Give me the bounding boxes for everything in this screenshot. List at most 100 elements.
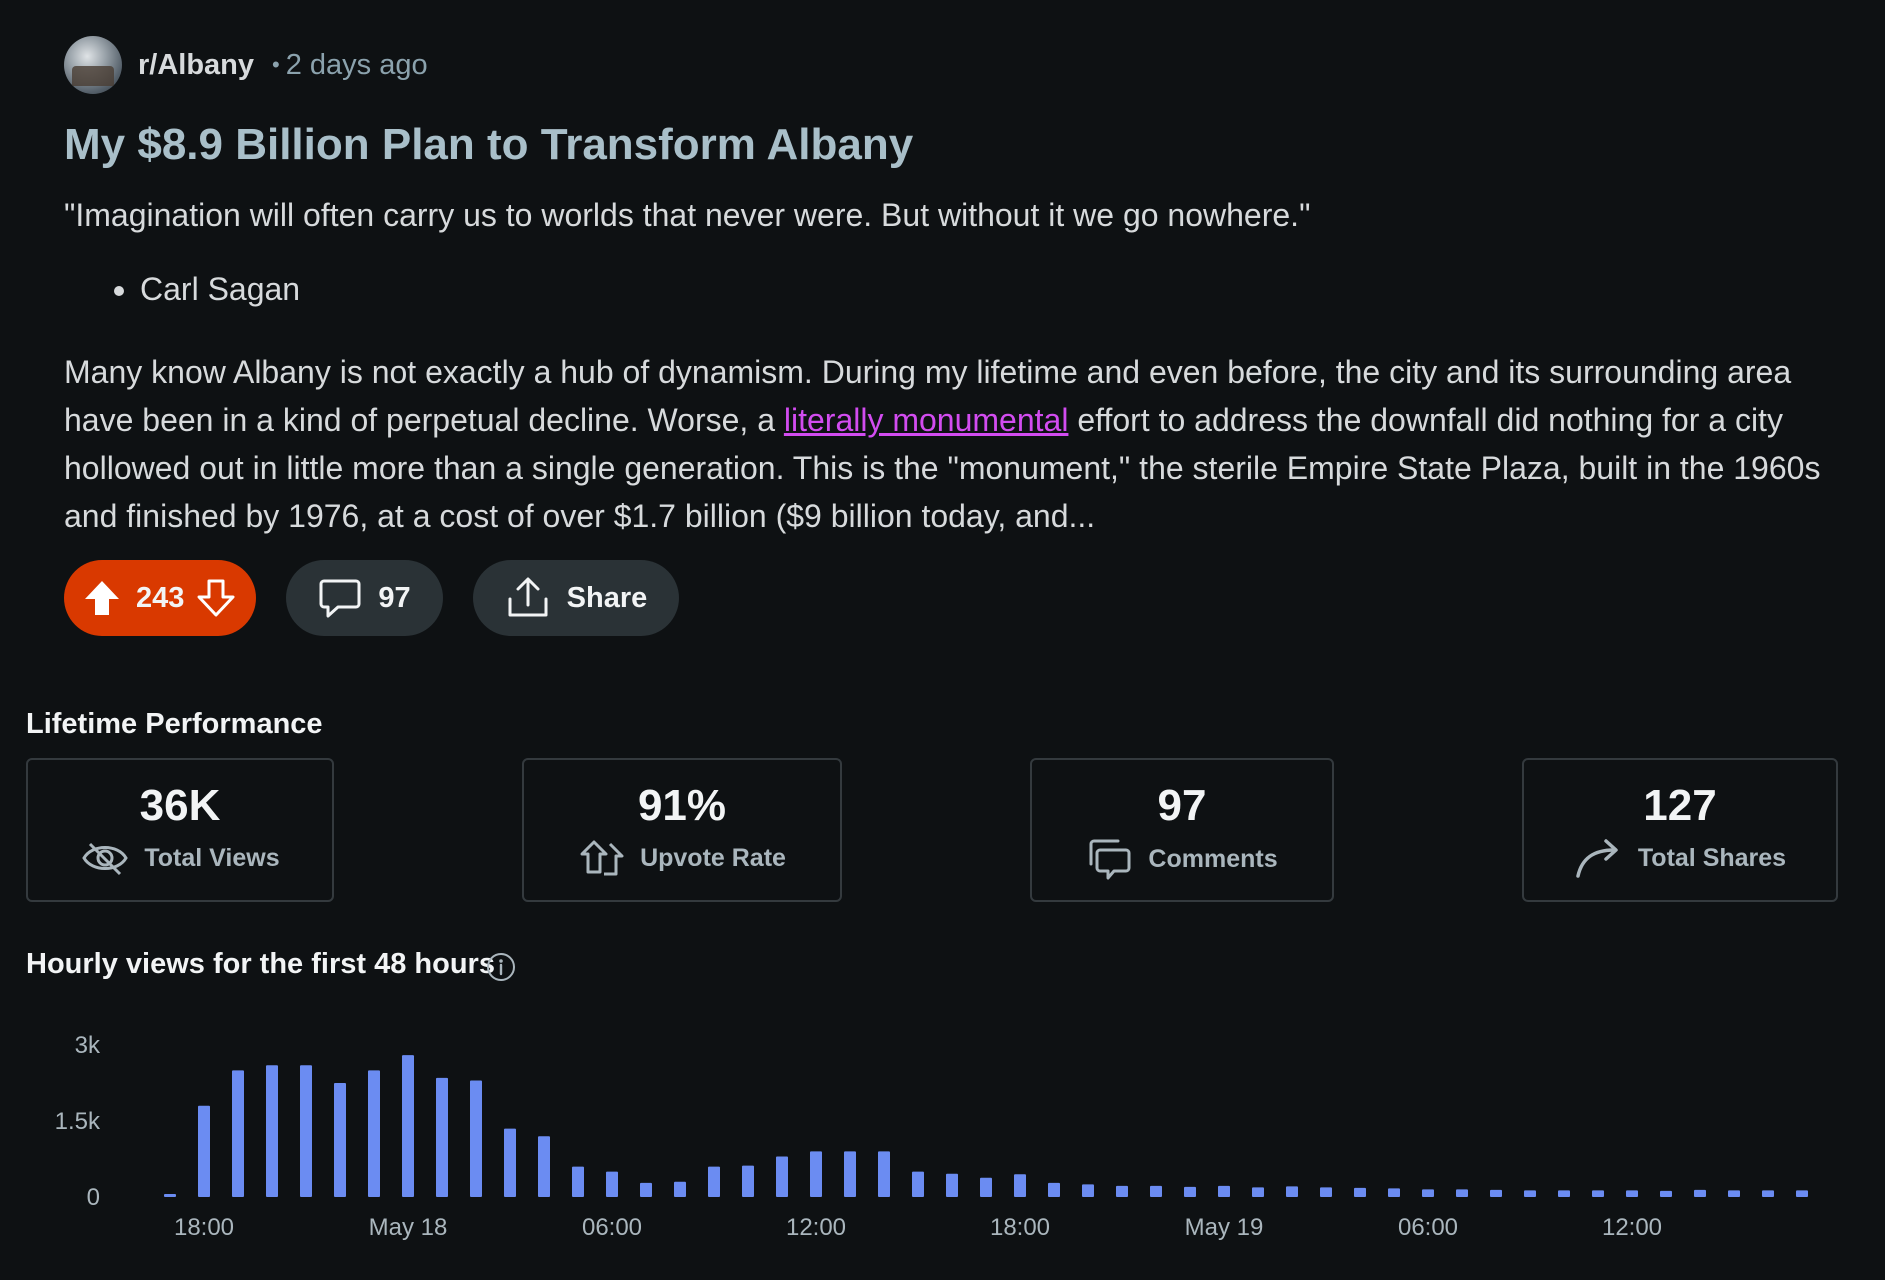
chart-bar bbox=[1524, 1190, 1536, 1197]
stat-label: Total Shares bbox=[1637, 843, 1787, 872]
chart-bar bbox=[1456, 1189, 1468, 1197]
chart-bar bbox=[1252, 1187, 1264, 1197]
chart-bar bbox=[1558, 1190, 1570, 1197]
chart-bar bbox=[1694, 1189, 1706, 1197]
x-tick-label: 12:00 bbox=[786, 1214, 846, 1241]
chart-bar bbox=[198, 1105, 210, 1197]
chart-bar bbox=[1116, 1185, 1128, 1197]
chart-bar bbox=[980, 1177, 992, 1197]
x-tick-label: 06:00 bbox=[1398, 1214, 1458, 1241]
chart-bar bbox=[232, 1070, 244, 1197]
post-body: Many know Albany is not exactly a hub of… bbox=[64, 348, 1824, 540]
chart-bar bbox=[1388, 1188, 1400, 1197]
comments-button[interactable]: 97 bbox=[286, 560, 443, 636]
y-tick-label: 1.5k bbox=[55, 1108, 101, 1135]
chart-bar bbox=[1286, 1186, 1298, 1197]
stat-value: 127 bbox=[1643, 781, 1717, 830]
chart-bar bbox=[1048, 1182, 1060, 1197]
comment-count: 97 bbox=[378, 581, 411, 614]
chart-bar bbox=[878, 1151, 890, 1197]
eye-icon bbox=[82, 842, 129, 876]
body-link[interactable]: literally monumental bbox=[784, 402, 1069, 438]
subreddit-link[interactable]: r/Albany bbox=[138, 49, 254, 82]
comment-bubble-icon bbox=[318, 576, 362, 620]
post-card[interactable]: r/Albany • 2 days ago My $8.9 Billion Pl… bbox=[64, 36, 1824, 636]
lifetime-performance-heading: Lifetime Performance bbox=[26, 708, 323, 740]
stat-card-comments: 97 Comments bbox=[1030, 758, 1334, 902]
chart-bar bbox=[1490, 1189, 1502, 1197]
quote-author: Carl Sagan bbox=[140, 266, 1824, 312]
y-tick-label: 3k bbox=[75, 1032, 101, 1059]
chart-bar bbox=[368, 1070, 380, 1197]
comments-icon bbox=[1089, 839, 1131, 880]
chart-bar bbox=[470, 1080, 482, 1197]
stat-label: Total Views bbox=[144, 843, 280, 872]
chart-bar bbox=[1218, 1185, 1230, 1197]
chart-bar bbox=[1728, 1190, 1740, 1197]
hourly-views-chart: 0 1.5k 3k 18:00 May 18 06:00 12:00 18:00 May 19 0… bbox=[55, 1032, 1808, 1241]
chart-bar bbox=[810, 1151, 822, 1197]
stat-card-upvote-rate: 91% Upvote Rate bbox=[522, 758, 842, 902]
upvote-icon[interactable] bbox=[82, 578, 122, 618]
chart-bar bbox=[640, 1182, 652, 1197]
post-meta: r/Albany • 2 days ago bbox=[64, 36, 1824, 94]
subreddit-avatar[interactable] bbox=[64, 36, 122, 94]
share-button[interactable]: Share bbox=[472, 560, 680, 636]
share-arrow-icon bbox=[1576, 839, 1618, 878]
chart-bar bbox=[606, 1171, 618, 1197]
x-tick-label: May 18 bbox=[369, 1214, 448, 1241]
stat-value: 91% bbox=[637, 781, 727, 830]
post-quote: "Imagination will often carry us to worl… bbox=[64, 197, 1311, 233]
chart-bar bbox=[504, 1128, 516, 1197]
chart-bar bbox=[538, 1136, 550, 1197]
share-upload-icon bbox=[505, 575, 551, 621]
x-tick-label: May 19 bbox=[1185, 1214, 1264, 1241]
chart-bar bbox=[1762, 1190, 1774, 1197]
chart-bar bbox=[266, 1065, 278, 1197]
chart-bar bbox=[1320, 1187, 1332, 1197]
chart-bar bbox=[436, 1077, 448, 1197]
downvote-icon[interactable] bbox=[196, 578, 236, 618]
stat-label: Upvote Rate bbox=[640, 843, 786, 872]
chart-bar bbox=[1660, 1190, 1672, 1197]
x-tick-label: 18:00 bbox=[174, 1214, 234, 1241]
stat-value: 36K bbox=[139, 781, 221, 830]
info-icon[interactable] bbox=[486, 952, 516, 982]
chart-bar bbox=[1014, 1174, 1026, 1197]
post-time: 2 days ago bbox=[285, 48, 428, 81]
stat-card-shares: 127 Total Shares bbox=[1522, 758, 1838, 902]
share-label: Share bbox=[566, 581, 648, 614]
chart-bar bbox=[1150, 1185, 1162, 1197]
stat-card-views: 36K Total Views bbox=[26, 758, 334, 902]
stat-label: Comments bbox=[1148, 844, 1278, 873]
chart-bar bbox=[1354, 1187, 1366, 1197]
chart-bar bbox=[300, 1065, 312, 1197]
chart-bar bbox=[844, 1151, 856, 1197]
chart-bar bbox=[912, 1171, 924, 1197]
chart-bar bbox=[708, 1166, 720, 1197]
chart-bar bbox=[946, 1173, 958, 1197]
chart-bar bbox=[334, 1083, 346, 1197]
chart-bar bbox=[1082, 1184, 1094, 1197]
chart-bar bbox=[742, 1165, 754, 1197]
chart-bar bbox=[1184, 1186, 1196, 1197]
stat-value: 97 bbox=[1157, 781, 1207, 830]
vote-count: 243 bbox=[136, 581, 185, 614]
chart-bar bbox=[402, 1055, 414, 1197]
chart-bar bbox=[1626, 1190, 1638, 1197]
chart-bar bbox=[1422, 1189, 1434, 1197]
y-tick-label: 0 bbox=[87, 1184, 100, 1211]
x-tick-label: 18:00 bbox=[990, 1214, 1050, 1241]
x-tick-label: 06:00 bbox=[582, 1214, 642, 1241]
post-title[interactable]: My $8.9 Billion Plan to Transform Albany bbox=[64, 116, 1824, 174]
chart-bar bbox=[572, 1166, 584, 1197]
chart-bar bbox=[1592, 1190, 1604, 1197]
upvote-icon bbox=[580, 840, 624, 876]
quote-author-list: Carl Sagan bbox=[64, 266, 1824, 312]
chart-bar bbox=[1796, 1190, 1808, 1197]
chart-bar bbox=[674, 1181, 686, 1197]
hourly-views-heading: Hourly views for the first 48 hours bbox=[26, 948, 495, 980]
chart-bar bbox=[164, 1194, 176, 1197]
chart-bar bbox=[776, 1156, 788, 1197]
vote-pill: 243 bbox=[64, 560, 257, 636]
